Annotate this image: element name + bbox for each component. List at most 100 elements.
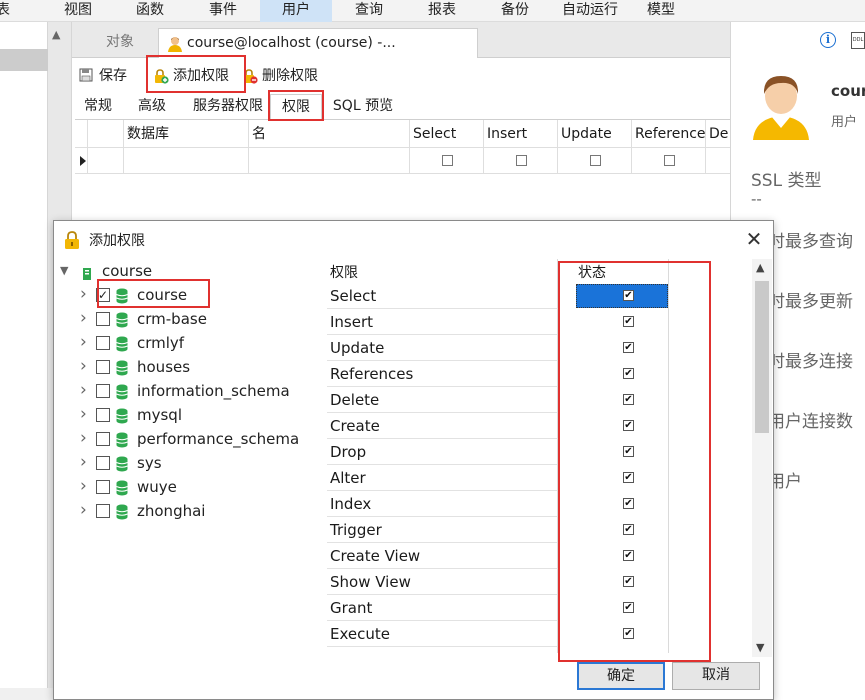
privilege-row[interactable]: Trigger ✔ [327, 517, 753, 543]
menu-automation[interactable]: 自动运行 [555, 0, 625, 22]
privilege-status-checkbox[interactable]: ✔ [623, 524, 634, 535]
privilege-status-checkbox[interactable]: ✔ [623, 290, 634, 301]
chevron-right-icon[interactable]: › [80, 354, 90, 378]
save-button[interactable]: 保存 [79, 66, 127, 86]
scroll-down-icon[interactable]: ▼ [756, 641, 764, 654]
privilege-row[interactable]: Show View ✔ [327, 569, 753, 595]
tab-server-privileges[interactable]: 服务器权限 [186, 94, 270, 120]
ok-button[interactable]: 确定 [577, 662, 665, 690]
privilege-row[interactable]: Index ✔ [327, 491, 753, 517]
tab-general[interactable]: 常规 [76, 94, 120, 120]
privilege-status-checkbox[interactable]: ✔ [623, 342, 634, 353]
database-checkbox[interactable] [96, 432, 110, 446]
database-checkbox[interactable] [96, 336, 110, 350]
privilege-scrollbar[interactable]: ▲ ▼ [752, 259, 772, 657]
database-checkbox[interactable]: ✓ [96, 288, 110, 302]
database-checkbox[interactable] [96, 480, 110, 494]
chevron-right-icon[interactable]: › [80, 450, 90, 474]
privilege-row[interactable]: Drop ✔ [327, 439, 753, 465]
tab-advanced[interactable]: 高级 [130, 94, 174, 120]
database-checkbox[interactable] [96, 360, 110, 374]
database-checkbox[interactable] [96, 504, 110, 518]
database-checkbox[interactable] [96, 456, 110, 470]
privilege-status-checkbox[interactable]: ✔ [623, 368, 634, 379]
chevron-right-icon[interactable]: › [80, 402, 90, 426]
select-checkbox[interactable] [442, 155, 453, 166]
info-icon[interactable]: i [820, 32, 836, 48]
privilege-row[interactable]: Insert ✔ [327, 309, 753, 335]
menu-report[interactable]: 报表 [422, 0, 462, 22]
object-navigator[interactable] [0, 22, 48, 688]
chevron-right-icon[interactable]: › [80, 498, 90, 522]
chevron-down-icon[interactable]: ▼ [60, 259, 70, 283]
privilege-row[interactable]: Alter ✔ [327, 465, 753, 491]
privilege-status-checkbox[interactable]: ✔ [623, 420, 634, 431]
navigator-selected-item[interactable] [0, 49, 48, 71]
privilege-row[interactable]: Delete ✔ [327, 387, 753, 413]
database-checkbox[interactable] [96, 384, 110, 398]
privilege-status-checkbox[interactable]: ✔ [623, 576, 634, 587]
privilege-row[interactable]: Update ✔ [327, 335, 753, 361]
column-name[interactable]: 名 [249, 120, 410, 148]
privilege-status-checkbox[interactable]: ✔ [623, 550, 634, 561]
references-checkbox[interactable] [664, 155, 675, 166]
tree-item-label: sys [137, 454, 162, 472]
column-database[interactable]: 数据库 [124, 120, 249, 148]
menu-view[interactable]: 视图 [58, 0, 98, 22]
delete-privilege-button[interactable]: 删除权限 [242, 66, 318, 86]
database-checkbox[interactable] [96, 312, 110, 326]
column-select[interactable]: Select [410, 120, 484, 148]
selected-status-cell[interactable] [576, 284, 668, 308]
privilege-column-header[interactable]: 权限 [330, 262, 358, 282]
insert-checkbox[interactable] [516, 155, 527, 166]
menu-table[interactable]: 表 [0, 0, 14, 22]
chevron-right-icon[interactable]: › [80, 474, 90, 498]
database-cell[interactable] [124, 148, 249, 174]
column-delete[interactable]: De [706, 120, 730, 148]
privilege-status-checkbox[interactable]: ✔ [623, 472, 634, 483]
tab-user-editor[interactable]: course@localhost (course) -... [158, 28, 478, 58]
ddl-icon[interactable]: DDL [851, 32, 865, 49]
privilege-row[interactable]: Grant ✔ [327, 595, 753, 621]
column-insert[interactable]: Insert [484, 120, 558, 148]
chevron-right-icon[interactable]: › [80, 378, 90, 402]
collapse-up-icon[interactable]: ▲ [52, 28, 60, 41]
privilege-status-checkbox[interactable]: ✔ [623, 628, 634, 639]
chevron-right-icon[interactable]: › [80, 426, 90, 450]
menu-user[interactable]: 用户 [260, 0, 332, 22]
table-row[interactable] [75, 148, 730, 174]
update-checkbox[interactable] [590, 155, 601, 166]
scroll-up-icon[interactable]: ▲ [756, 261, 764, 274]
privilege-row[interactable]: References ✔ [327, 361, 753, 387]
menu-function[interactable]: 函数 [130, 0, 170, 22]
chevron-right-icon[interactable]: › [80, 306, 90, 330]
tab-privileges[interactable]: 权限 [270, 94, 322, 120]
database-checkbox[interactable] [96, 408, 110, 422]
column-update[interactable]: Update [558, 120, 632, 148]
status-column-header[interactable]: 状态 [578, 262, 606, 282]
tab-sql-preview[interactable]: SQL 预览 [325, 94, 401, 120]
database-icon [116, 287, 128, 311]
menu-event[interactable]: 事件 [203, 0, 243, 22]
chevron-right-icon[interactable]: › [80, 330, 90, 354]
privilege-status-checkbox[interactable]: ✔ [623, 394, 634, 405]
privilege-row[interactable]: Create View ✔ [327, 543, 753, 569]
privilege-row[interactable]: Create ✔ [327, 413, 753, 439]
name-cell[interactable] [249, 148, 410, 174]
menu-query[interactable]: 查询 [349, 0, 389, 22]
cancel-button[interactable]: 取消 [672, 662, 760, 690]
privilege-status-checkbox[interactable]: ✔ [623, 316, 634, 327]
column-references[interactable]: Reference [632, 120, 706, 148]
add-privilege-button[interactable]: 添加权限 [153, 66, 229, 86]
close-icon[interactable]: ✕ [744, 229, 764, 249]
privilege-row[interactable]: Select ✔ [327, 283, 753, 309]
privilege-status-checkbox[interactable]: ✔ [623, 446, 634, 457]
chevron-right-icon[interactable]: › [80, 282, 90, 306]
privilege-row[interactable]: Execute ✔ [327, 621, 753, 647]
tab-objects[interactable]: 对象 [80, 28, 160, 58]
scrollbar-thumb[interactable] [755, 281, 769, 433]
privilege-status-checkbox[interactable]: ✔ [623, 602, 634, 613]
menu-model[interactable]: 模型 [641, 0, 681, 22]
menu-backup[interactable]: 备份 [495, 0, 535, 22]
privilege-status-checkbox[interactable]: ✔ [623, 498, 634, 509]
